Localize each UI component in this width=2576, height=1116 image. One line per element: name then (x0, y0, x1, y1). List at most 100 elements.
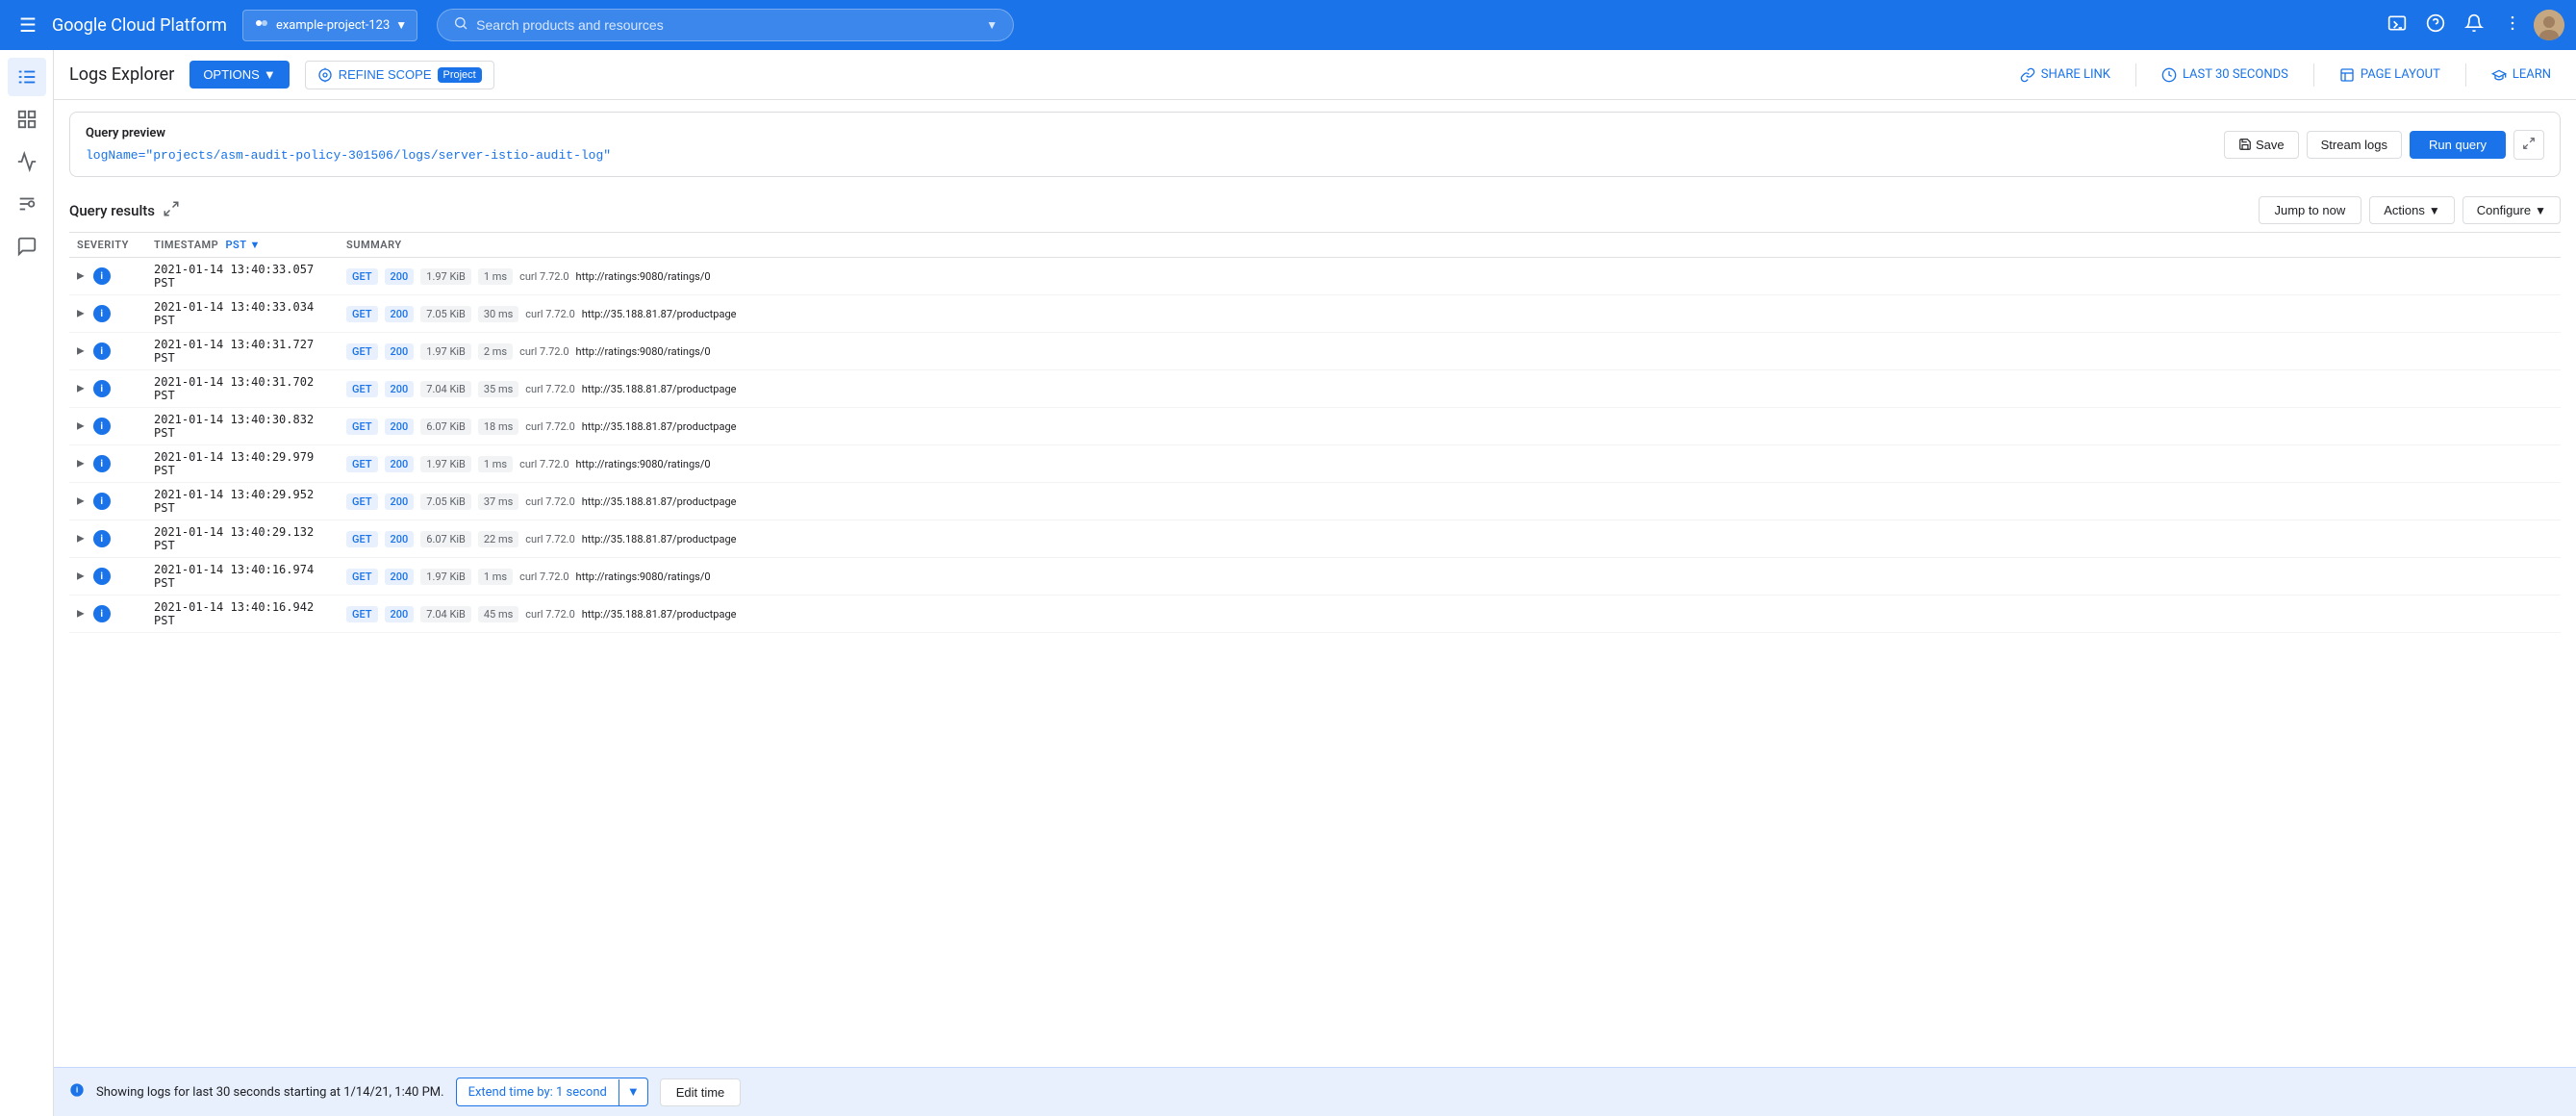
help-icon[interactable] (2418, 6, 2453, 45)
query-actions: Save Stream logs Run query (2224, 130, 2544, 160)
row-expand-icon[interactable]: ▶ (77, 459, 85, 469)
row-summary: GET 200 7.04 KiB 35 ms curl 7.72.0 http:… (339, 370, 2561, 408)
row-agent: curl 7.72.0 (525, 308, 574, 320)
row-expand-icon[interactable]: ▶ (77, 309, 85, 319)
project-dot-icon (253, 14, 270, 37)
search-dropdown-icon[interactable]: ▼ (986, 18, 998, 32)
sidebar-item-alerts[interactable] (8, 227, 46, 266)
table-row[interactable]: ▶ i 2021-01-14 13:40:33.034 PST GET 200 … (69, 295, 2561, 333)
project-selector[interactable]: example-project-123 ▼ (242, 10, 417, 41)
row-summary: GET 200 1.97 KiB 1 ms curl 7.72.0 http:/… (339, 445, 2561, 483)
terminal-icon[interactable] (2380, 6, 2414, 45)
row-expand-icon[interactable]: ▶ (77, 384, 85, 394)
row-summary: GET 200 6.07 KiB 18 ms curl 7.72.0 http:… (339, 408, 2561, 445)
table-row[interactable]: ▶ i 2021-01-14 13:40:31.702 PST GET 200 … (69, 370, 2561, 408)
row-method: GET (346, 268, 378, 285)
row-expand-icon[interactable]: ▶ (77, 534, 85, 545)
row-url: http://ratings:9080/ratings/0 (576, 270, 711, 283)
row-time: 1 ms (478, 569, 513, 585)
more-options-icon[interactable] (2495, 6, 2530, 45)
table-row[interactable]: ▶ i 2021-01-14 13:40:16.974 PST GET 200 … (69, 558, 2561, 596)
learn-button[interactable]: LEARN (2482, 62, 2561, 89)
table-row[interactable]: ▶ i 2021-01-14 13:40:33.057 PST GET 200 … (69, 258, 2561, 295)
search-bar[interactable]: ▼ (437, 9, 1014, 41)
table-row[interactable]: ▶ i 2021-01-14 13:40:31.727 PST GET 200 … (69, 333, 2561, 370)
row-agent: curl 7.72.0 (519, 458, 568, 470)
row-status: 200 (385, 569, 415, 585)
row-severity: ▶ i (69, 408, 146, 445)
run-label: Run query (2429, 138, 2487, 152)
notifications-icon[interactable] (2457, 6, 2491, 45)
sidebar-item-dashboard[interactable] (8, 100, 46, 139)
row-expand-icon[interactable]: ▶ (77, 421, 85, 432)
row-expand-icon[interactable]: ▶ (77, 609, 85, 620)
row-status: 200 (385, 418, 415, 435)
row-expand-icon[interactable]: ▶ (77, 496, 85, 507)
row-size: 6.07 KiB (420, 418, 471, 435)
row-severity: ▶ i (69, 596, 146, 633)
jump-to-now-button[interactable]: Jump to now (2259, 196, 2362, 224)
extend-label[interactable]: Extend time by: 1 second (457, 1079, 619, 1105)
extend-dropdown-icon[interactable]: ▼ (619, 1078, 647, 1105)
hamburger-icon[interactable]: ☰ (12, 6, 44, 44)
edit-time-button[interactable]: Edit time (660, 1078, 742, 1106)
row-url: http://35.188.81.87/productpage (582, 308, 737, 320)
row-severity: ▶ i (69, 333, 146, 370)
row-status: 200 (385, 268, 415, 285)
row-method: GET (346, 569, 378, 585)
row-method: GET (346, 343, 378, 360)
configure-chevron-icon: ▼ (2535, 204, 2546, 217)
row-size: 7.05 KiB (420, 306, 471, 322)
left-sidebar (0, 50, 54, 1116)
row-time: 1 ms (478, 456, 513, 472)
refine-scope-button[interactable]: REFINE SCOPE Project (305, 61, 494, 89)
search-icon (453, 15, 468, 35)
project-badge: Project (438, 67, 482, 83)
results-header: Query results Jump to now Actions ▼ (69, 189, 2561, 232)
run-query-button[interactable]: Run query (2410, 131, 2506, 159)
row-url: http://35.188.81.87/productpage (582, 533, 737, 545)
row-severity: ▶ i (69, 295, 146, 333)
save-button[interactable]: Save (2224, 131, 2299, 159)
expand-icon (2522, 137, 2536, 150)
row-expand-icon[interactable]: ▶ (77, 571, 85, 582)
row-method: GET (346, 531, 378, 547)
table-row[interactable]: ▶ i 2021-01-14 13:40:16.942 PST GET 200 … (69, 596, 2561, 633)
avatar[interactable] (2534, 10, 2564, 40)
row-agent: curl 7.72.0 (525, 608, 574, 621)
bottom-info-text: Showing logs for last 30 seconds startin… (96, 1085, 444, 1100)
row-status: 200 (385, 494, 415, 510)
save-icon (2238, 138, 2252, 151)
row-size: 7.04 KiB (420, 381, 471, 397)
col-header-timestamp[interactable]: TIMESTAMP PST ▼ (146, 233, 339, 258)
sidebar-item-metrics[interactable] (8, 142, 46, 181)
learn-icon (2491, 67, 2507, 83)
sidebar-item-logs[interactable] (8, 58, 46, 96)
row-severity: ▶ i (69, 520, 146, 558)
table-row[interactable]: ▶ i 2021-01-14 13:40:29.952 PST GET 200 … (69, 483, 2561, 520)
last-30-seconds-button[interactable]: LAST 30 SECONDS (2152, 62, 2298, 89)
extend-time-button[interactable]: Extend time by: 1 second ▼ (456, 1078, 648, 1106)
row-agent: curl 7.72.0 (525, 495, 574, 508)
row-expand-icon[interactable]: ▶ (77, 346, 85, 357)
table-row[interactable]: ▶ i 2021-01-14 13:40:30.832 PST GET 200 … (69, 408, 2561, 445)
page-layout-button[interactable]: PAGE LAYOUT (2330, 62, 2450, 89)
options-button[interactable]: OPTIONS ▼ (189, 61, 289, 89)
stream-logs-button[interactable]: Stream logs (2307, 131, 2402, 159)
expand-results-icon[interactable] (163, 200, 180, 221)
table-row[interactable]: ▶ i 2021-01-14 13:40:29.132 PST GET 200 … (69, 520, 2561, 558)
row-info-icon: i (93, 267, 111, 285)
sidebar-item-traces[interactable] (8, 185, 46, 223)
row-size: 6.07 KiB (420, 531, 471, 547)
share-link-button[interactable]: SHARE LINK (2010, 62, 2120, 89)
expand-button[interactable] (2513, 130, 2544, 160)
row-status: 200 (385, 531, 415, 547)
row-timestamp: 2021-01-14 13:40:31.727 PST (146, 333, 339, 370)
search-input[interactable] (476, 17, 986, 33)
actions-button[interactable]: Actions ▼ (2369, 196, 2455, 224)
log-table-container[interactable]: SEVERITY TIMESTAMP PST ▼ SUMMARY ▶ i 202… (69, 232, 2561, 1067)
row-method: GET (346, 381, 378, 397)
table-row[interactable]: ▶ i 2021-01-14 13:40:29.979 PST GET 200 … (69, 445, 2561, 483)
row-expand-icon[interactable]: ▶ (77, 271, 85, 282)
configure-button[interactable]: Configure ▼ (2462, 196, 2561, 224)
